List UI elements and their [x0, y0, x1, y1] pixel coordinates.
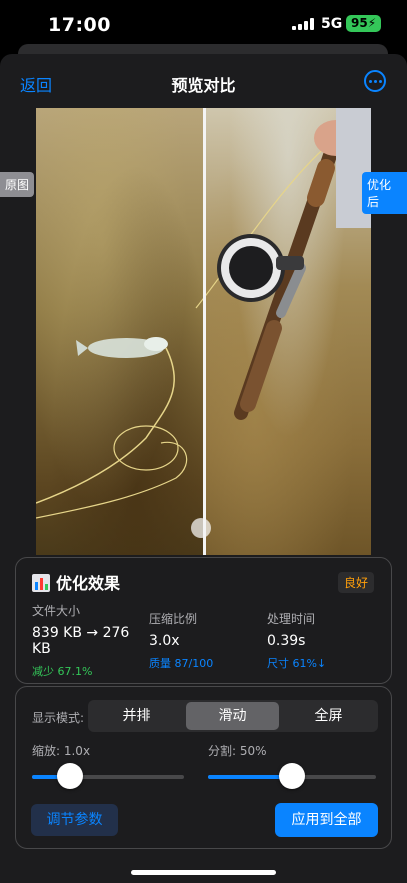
file-size-reduction: 减少 67.1% — [32, 665, 93, 678]
ratio-value: 3.0x — [149, 633, 180, 649]
home-indicator — [131, 870, 276, 875]
split-handle[interactable] — [203, 108, 206, 555]
ellipsis-circle-icon[interactable] — [364, 70, 386, 92]
status-time: 17:00 — [48, 14, 111, 36]
result-title: 优化效果 — [32, 570, 120, 594]
comparison-preview[interactable] — [36, 108, 371, 555]
original-tag: 原图 — [0, 172, 35, 197]
time-stat: 处理时间 0.39s 尺寸 61%↓ — [267, 610, 326, 671]
file-size-value: 839 KB → 276 KB — [32, 625, 130, 657]
ratio-stat: 压缩比例 3.0x 质量 87/100 — [149, 610, 213, 671]
battery-level: 95 — [351, 16, 368, 30]
quality-value: 质量 87/100 — [149, 657, 214, 670]
mode-fullscreen[interactable]: 全屏 — [282, 702, 375, 730]
zoom-slider[interactable] — [32, 775, 184, 779]
adjust-params-button[interactable]: 调节参数 — [31, 804, 118, 836]
optimization-result-card: 优化效果 良好 文件大小 839 KB → 276 KB 减少 67.1% 压缩… — [15, 557, 392, 684]
status-bar: 17:00 5G 95⚡ — [0, 0, 407, 46]
zoom-label: 缩放: 1.0x — [32, 744, 91, 758]
network-type: 5G — [321, 16, 343, 32]
display-mode-label: 显示模式: — [32, 711, 85, 725]
page-title: 预览对比 — [171, 76, 236, 95]
signal-icon — [292, 18, 314, 30]
result-title-text: 优化效果 — [56, 574, 121, 593]
file-size-label: 文件大小 — [32, 604, 81, 618]
time-label: 处理时间 — [267, 612, 316, 626]
display-mode-segmented: 并排 滑动 全屏 — [88, 700, 378, 732]
nav-bar: 返回 预览对比 — [0, 54, 407, 108]
ratio-label: 压缩比例 — [149, 612, 198, 626]
time-value: 0.39s — [267, 633, 306, 649]
mode-side-by-side[interactable]: 并排 — [90, 702, 183, 730]
size-reduction: 尺寸 61%↓ — [267, 657, 327, 670]
mode-slide[interactable]: 滑动 — [186, 702, 279, 730]
battery-icon: 95⚡ — [346, 15, 382, 32]
quality-badge: 良好 — [338, 572, 375, 593]
zoom-slider-thumb[interactable] — [57, 763, 83, 789]
display-controls-card: 显示模式: 并排 滑动 全屏 缩放: 1.0x 分割: 50% 调节参数 应用到… — [15, 686, 392, 849]
optimized-tag: 优化后 — [362, 172, 407, 214]
bar-chart-icon — [32, 574, 50, 592]
apply-all-button[interactable]: 应用到全部 — [275, 803, 378, 837]
split-label: 分割: 50% — [208, 744, 267, 758]
split-slider-thumb[interactable] — [279, 763, 305, 789]
file-size-stat: 文件大小 839 KB → 276 KB 减少 67.1% — [32, 602, 142, 679]
